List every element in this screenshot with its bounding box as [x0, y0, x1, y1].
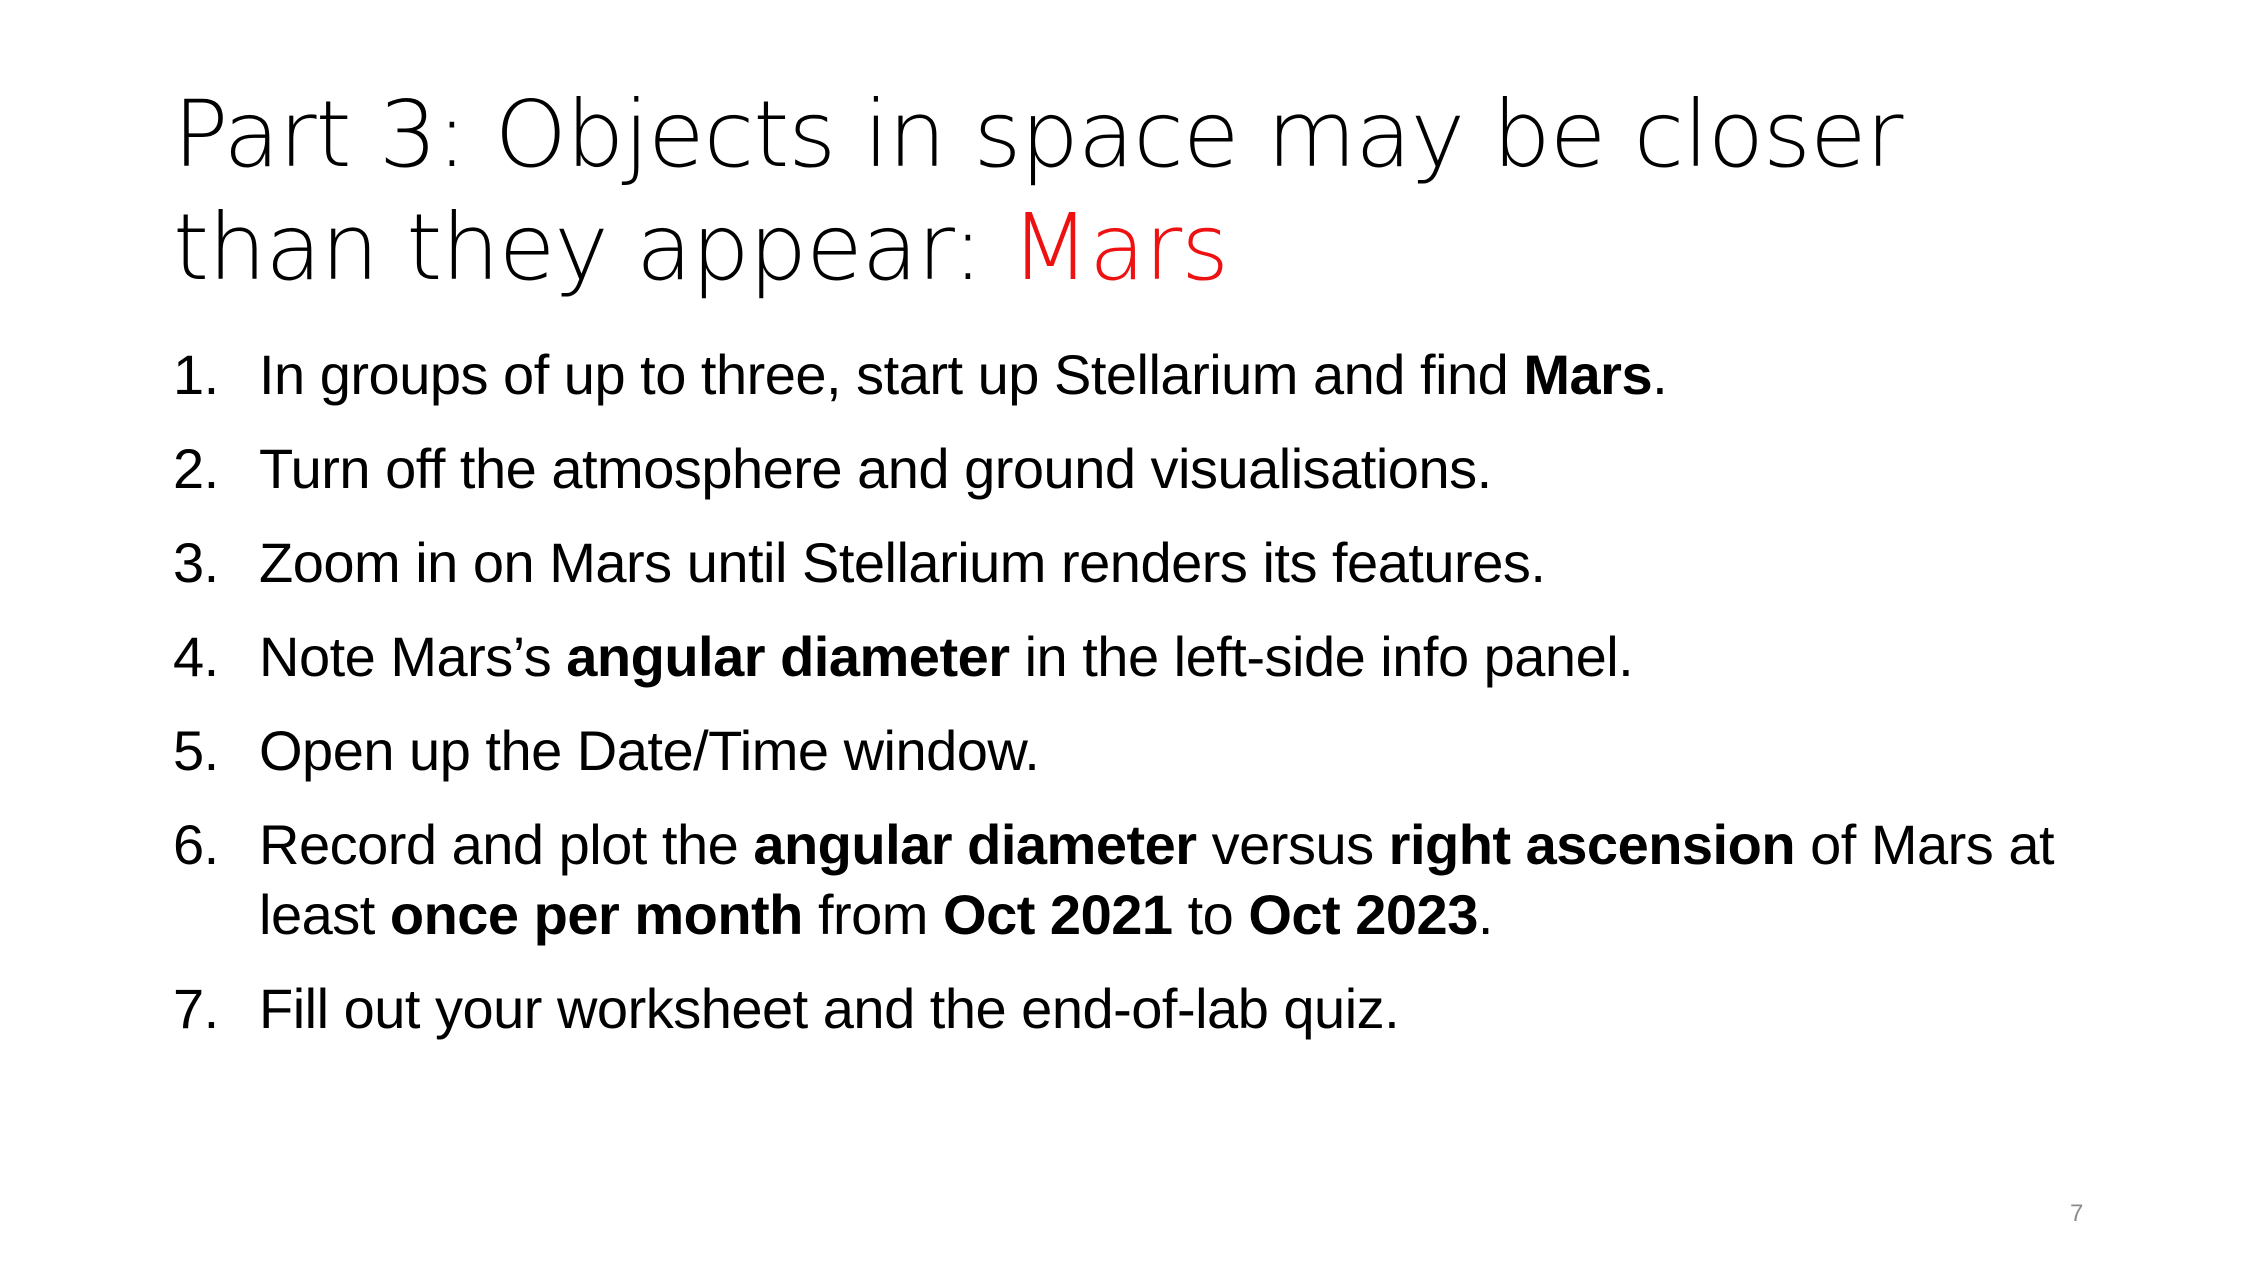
step-run: from	[802, 883, 944, 946]
instruction-step: 4. Note Mars’s angular diameter in the l…	[173, 622, 2073, 692]
instruction-step: 6. Record and plot the angular diameter …	[173, 810, 2073, 950]
instruction-step: 7. Fill out your worksheet and the end-o…	[173, 974, 2073, 1044]
step-text: Open up the Date/Time window.	[259, 719, 1040, 782]
step-emphasis: angular diameter	[753, 813, 1197, 876]
step-run: to	[1172, 883, 1249, 946]
step-run: Zoom in on Mars until Stellarium renders…	[259, 531, 1546, 594]
step-emphasis: once per month	[389, 883, 804, 946]
step-text: Note Mars’s angular diameter in the left…	[259, 625, 1634, 688]
instruction-step: 5. Open up the Date/Time window.	[173, 716, 2073, 786]
slide: Part 3: Objects in space may be closer t…	[0, 0, 2249, 1265]
step-text: Record and plot the angular diameter ver…	[259, 813, 2055, 946]
step-run: .	[1652, 343, 1668, 406]
step-run: In groups of up to three, start up Stell…	[259, 343, 1524, 406]
instruction-step: 3. Zoom in on Mars until Stellarium rend…	[173, 528, 2073, 598]
step-run: versus	[1196, 813, 1389, 876]
step-run: Open up the Date/Time window.	[259, 719, 1040, 782]
step-text: Turn off the atmosphere and ground visua…	[259, 437, 1492, 500]
slide-title-accent: Mars	[1010, 194, 1230, 301]
instruction-step: 2. Turn off the atmosphere and ground vi…	[173, 434, 2073, 504]
step-text: Zoom in on Mars until Stellarium renders…	[259, 531, 1546, 594]
step-number: 6.	[173, 813, 219, 876]
step-text: In groups of up to three, start up Stell…	[259, 343, 1668, 406]
step-number: 3.	[173, 531, 219, 594]
step-emphasis: angular diameter	[566, 625, 1010, 688]
step-number: 4.	[173, 625, 219, 688]
step-number: 1.	[173, 343, 219, 406]
slide-title: Part 3: Objects in space may be closer t…	[173, 78, 2073, 304]
step-number: 5.	[173, 719, 219, 782]
step-number: 7.	[173, 977, 219, 1040]
step-run: in the left-side info panel.	[1009, 625, 1634, 688]
step-run: Turn off the atmosphere and ground visua…	[259, 437, 1492, 500]
step-emphasis: Oct 2021	[943, 883, 1173, 946]
step-run: Record and plot the	[259, 813, 754, 876]
step-emphasis: Oct 2023	[1248, 883, 1478, 946]
step-run: Note Mars’s	[259, 625, 567, 688]
step-number: 2.	[173, 437, 219, 500]
instruction-list: 1. In groups of up to three, start up St…	[173, 340, 2073, 1068]
step-text: Fill out your worksheet and the end-of-l…	[259, 977, 1400, 1040]
step-run: .	[1477, 883, 1494, 946]
step-run: Fill out your worksheet and the end-of-l…	[259, 977, 1400, 1040]
step-emphasis: Mars	[1523, 343, 1653, 406]
page-number: 7	[2070, 1200, 2084, 1227]
step-emphasis: right ascension	[1388, 813, 1796, 876]
instruction-step: 1. In groups of up to three, start up St…	[173, 340, 2073, 410]
